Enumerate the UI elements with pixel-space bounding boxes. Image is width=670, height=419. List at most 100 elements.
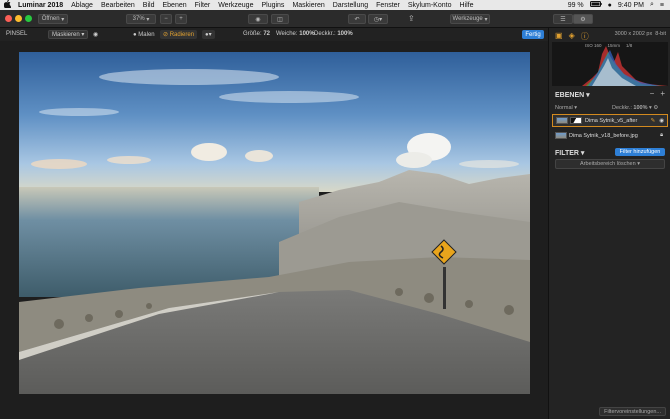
brush-opacity-control[interactable]: Deckkr.: 100%	[314, 31, 353, 37]
tools-dropdown[interactable]: Werkzeuge ▾	[450, 14, 490, 24]
mask-visibility-eye-icon[interactable]: ◉	[93, 31, 98, 38]
brush-preset-dropdown[interactable]: ●▾	[202, 30, 215, 39]
add-layer-button[interactable]: +	[660, 89, 665, 98]
layer-row-active[interactable]: Dima Sytnik_v5_after ✎ ◉	[552, 114, 668, 127]
clock[interactable]: 9:40 PM	[618, 2, 644, 9]
zoom-out-button[interactable]: −	[160, 14, 172, 24]
menu-plugins[interactable]: Plugins	[257, 2, 288, 9]
opacity-value: 100%	[337, 31, 353, 37]
brush-dot-icon: ●	[133, 31, 137, 38]
layers-title-label: EBENEN	[555, 92, 585, 99]
sliders-icon: ⚙	[580, 16, 586, 23]
paint-label: Malen	[138, 31, 155, 38]
size-label: Größe:	[243, 31, 262, 37]
menu-app-luminar[interactable]: Luminar 2018	[14, 2, 67, 9]
soft-value: 100%	[299, 31, 315, 37]
menu-skylum-konto[interactable]: Skylum-Konto	[404, 2, 456, 9]
zoom-value: 37%	[132, 16, 145, 22]
remove-layer-button[interactable]: −	[650, 89, 655, 98]
layer-visibility-eye-icon[interactable]: ◉	[659, 118, 664, 124]
battery-percent: 99 %	[567, 1, 584, 9]
layers-panel-toggle[interactable]: ☰	[553, 14, 573, 24]
minimize-window-button[interactable]	[15, 15, 22, 22]
menubar-status: 99 % ● 9:40 PM ⌕ ≡	[568, 1, 670, 9]
blend-mode-dropdown[interactable]: Normal ▾	[555, 105, 577, 111]
window-toolbar: Öffnen ▾ 37% ▾ − + ◉ ◫ ↶ ◷▾ ⇪ Werkzeuge …	[0, 10, 670, 28]
window-controls	[0, 15, 32, 22]
menu-ebenen[interactable]: Ebenen	[158, 2, 190, 9]
user-icon[interactable]: ●	[608, 2, 612, 9]
layer-settings-gear-icon[interactable]: ⚙	[653, 105, 658, 111]
opacity-label: Deckkr.:	[314, 31, 336, 37]
list-icon: ☰	[560, 16, 566, 23]
brush-options-bar: PINSEL Maskieren ▾ ◉ ● Malen ⊘ Radieren …	[0, 28, 548, 41]
panel-tabs: ▣ ◈ ⓘ	[555, 31, 589, 42]
menu-list-icon[interactable]: ≡	[660, 2, 664, 9]
filter-title[interactable]: FILTER ▾	[555, 149, 584, 157]
mask-dropdown[interactable]: Maskieren ▾	[48, 30, 89, 39]
zoom-window-button[interactable]	[25, 15, 32, 22]
bit-depth: 8-bit	[655, 31, 666, 37]
menu-filter[interactable]: Filter	[191, 2, 215, 9]
menu-ablage[interactable]: Ablage	[67, 2, 97, 9]
layers-title[interactable]: EBENEN ▾	[555, 91, 590, 99]
share-button[interactable]: ⇪	[408, 14, 422, 23]
edited-photo[interactable]	[19, 52, 530, 394]
erase-mode-button[interactable]: ⊘ Radieren	[160, 30, 198, 39]
layer-mask-thumbnail[interactable]	[570, 117, 582, 124]
paint-mode-button[interactable]: ● Malen	[130, 30, 158, 39]
undo-button[interactable]: ↶	[348, 14, 366, 24]
open-button[interactable]: Öffnen ▾	[38, 14, 68, 24]
apple-menu-icon[interactable]	[0, 0, 14, 10]
add-filter-button[interactable]: Filter hinzufügen	[615, 148, 665, 156]
zoom-dropdown[interactable]: 37% ▾	[126, 14, 156, 24]
compare-button[interactable]: ◫	[271, 14, 289, 24]
menu-maskieren[interactable]: Maskieren	[288, 2, 328, 9]
zoom-in-button[interactable]: +	[175, 14, 187, 24]
menu-darstellung[interactable]: Darstellung	[329, 2, 372, 9]
layer-thumbnail	[555, 132, 567, 139]
layer-row[interactable]: Dima Sytnik_v18_before.jpg 🔒︎	[552, 129, 668, 142]
info-icon[interactable]: ⓘ	[581, 31, 589, 42]
menu-bild[interactable]: Bild	[139, 2, 159, 9]
iso-label: ISO 160	[585, 43, 602, 48]
eraser-icon: ⊘	[163, 32, 169, 38]
layers-actions: − +	[650, 89, 665, 98]
exif-info: ISO 160 15mm 1/8	[585, 43, 632, 48]
menu-hilfe[interactable]: Hilfe	[455, 2, 477, 9]
size-value: 72	[263, 31, 271, 37]
layers-stack-icon[interactable]: ◈	[569, 31, 575, 42]
brush-size-control[interactable]: Größe: 72	[243, 31, 270, 37]
share-icon: ⇪	[408, 14, 415, 23]
battery-icon[interactable]	[589, 1, 602, 9]
brush-softness-control[interactable]: Weiche: 100%	[276, 31, 315, 37]
close-window-button[interactable]	[5, 15, 12, 22]
brush-icon[interactable]: ✎	[651, 118, 656, 124]
lock-icon[interactable]: 🔒︎	[660, 132, 663, 139]
layer-name: Dima Sytnik_v18_before.jpg	[569, 132, 638, 139]
focal-length-label: 15mm	[607, 43, 621, 48]
eye-icon: ◉	[255, 16, 261, 23]
history-button[interactable]: ◷▾	[368, 14, 388, 24]
menu-werkzeuge[interactable]: Werkzeuge	[214, 2, 257, 9]
image-icon[interactable]: ▣	[555, 31, 563, 42]
menu-bearbeiten[interactable]: Bearbeiten	[97, 2, 139, 9]
erase-label: Radieren	[169, 31, 195, 38]
image-canvas[interactable]	[0, 41, 548, 419]
menu-fenster[interactable]: Fenster	[372, 2, 404, 9]
undo-icon: ↶	[354, 16, 360, 23]
layer-opacity-control[interactable]: Deckkr.: 100% ▾ ⚙	[612, 105, 658, 111]
layer-thumbnail	[556, 117, 568, 124]
search-icon[interactable]: ⌕	[650, 1, 654, 9]
soft-label: Weiche:	[276, 31, 298, 37]
workspace-dropdown[interactable]: Arbeitsbereich löschen ▾	[555, 159, 665, 169]
preview-eye-button[interactable]: ◉	[248, 14, 268, 24]
done-button[interactable]: Fertig	[522, 30, 544, 39]
image-size: 3000 x 2002 px	[614, 31, 653, 37]
layer-name: Dima Sytnik_v5_after	[585, 117, 638, 124]
image-info: 3000 x 2002 px 8-bit	[615, 31, 666, 37]
filters-panel-toggle[interactable]: ⚙	[573, 14, 593, 24]
workspace-label: Arbeitsbereich löschen	[580, 161, 636, 167]
shutter-label: 1/8	[626, 43, 633, 48]
filter-presets-button[interactable]: Filtervoreinstellungen...	[599, 407, 666, 416]
